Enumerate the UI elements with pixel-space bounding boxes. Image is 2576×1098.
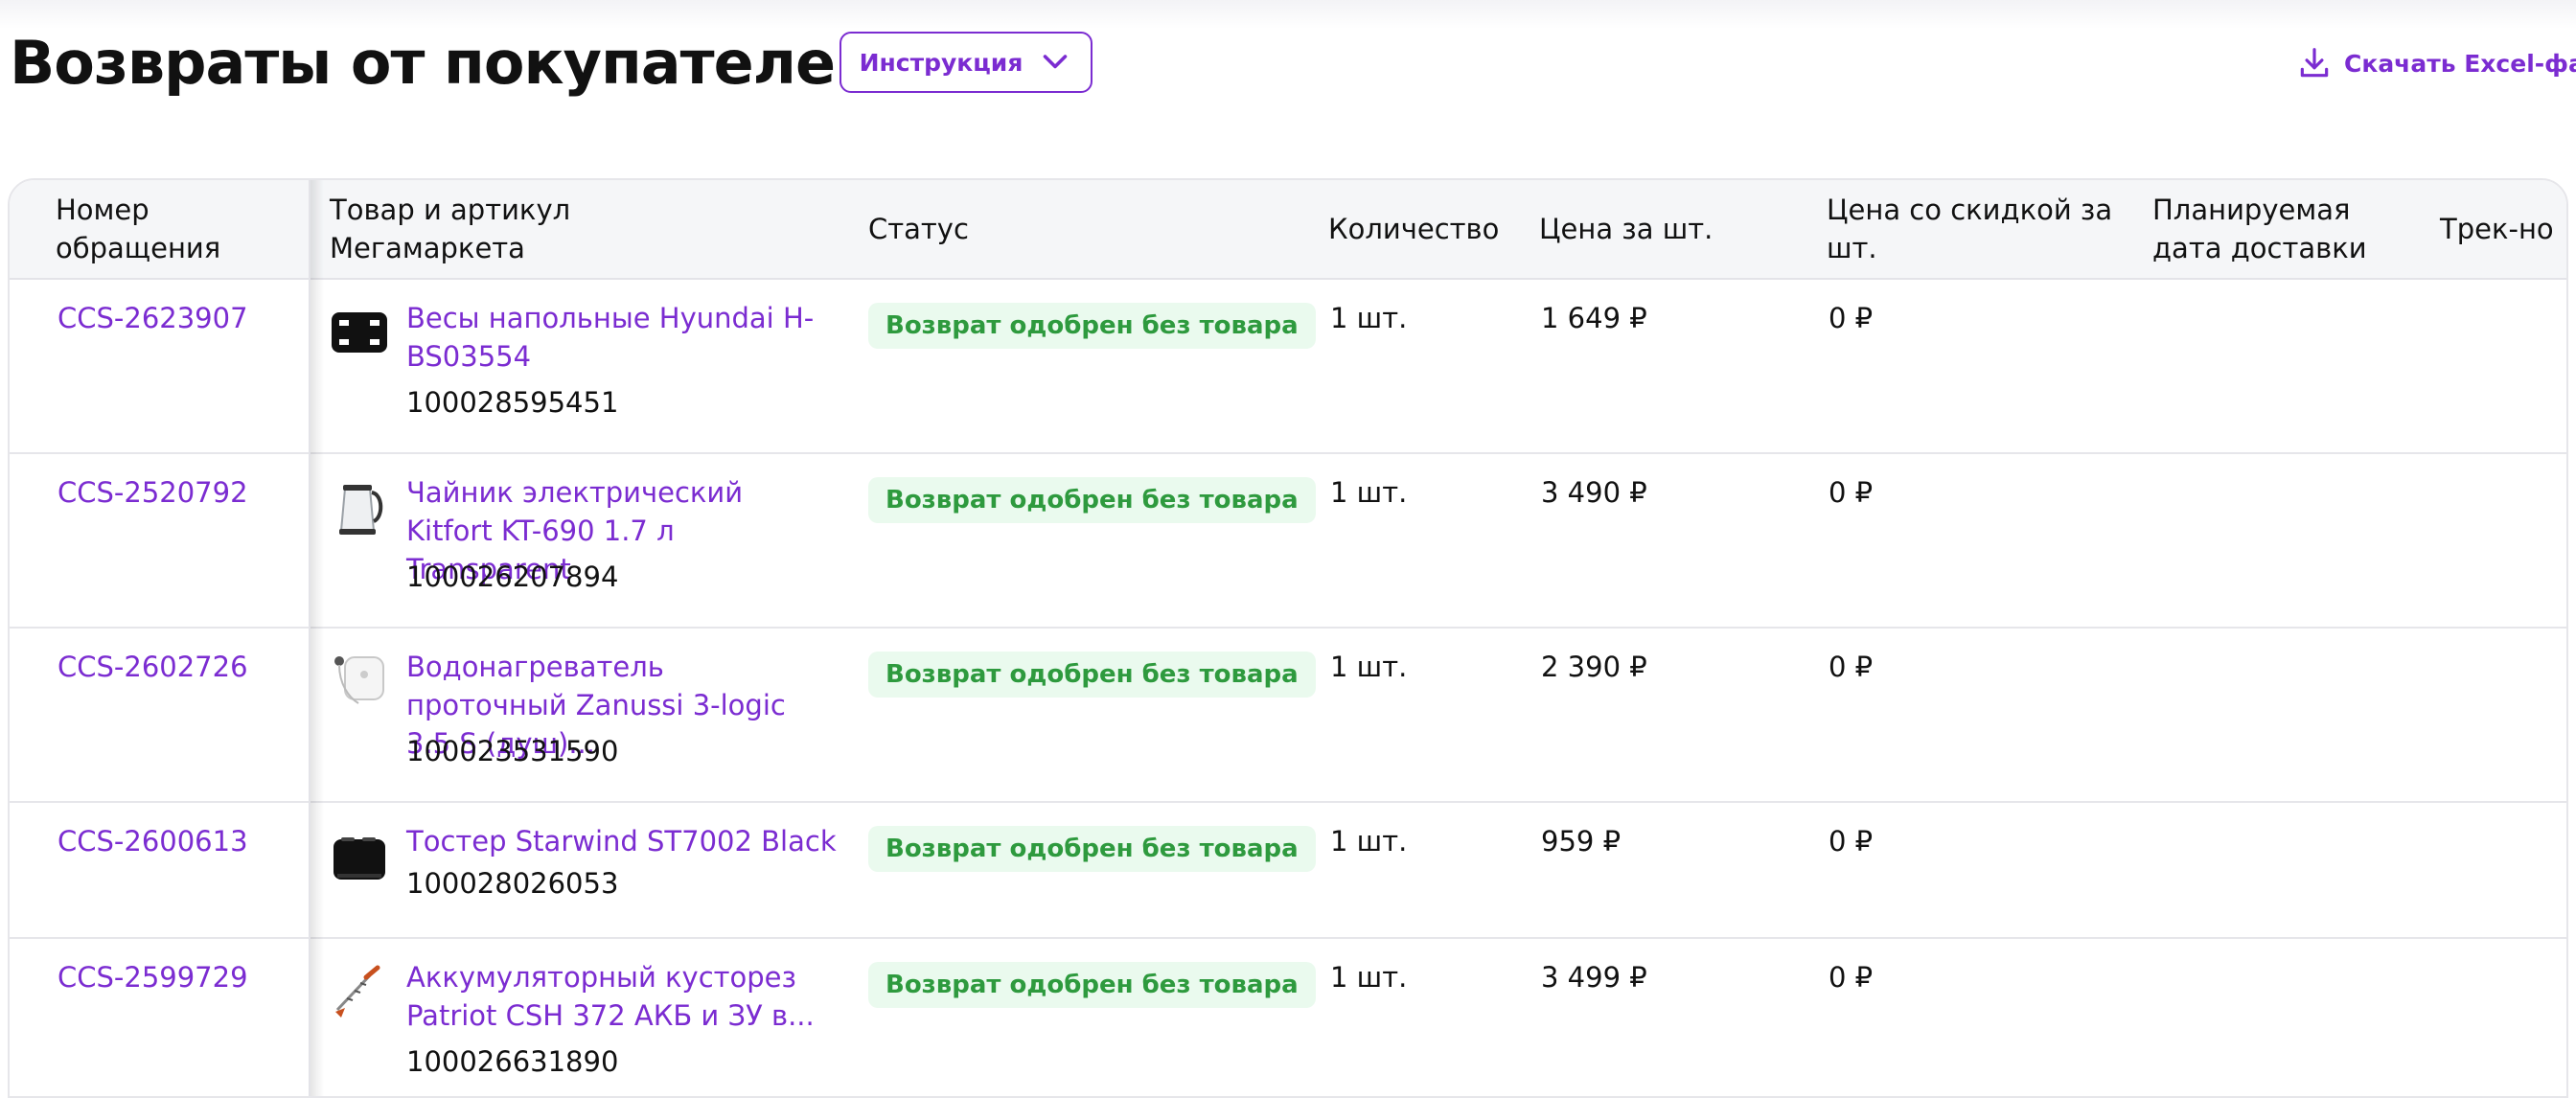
- toaster-icon: [334, 837, 385, 880]
- table-row: CCS-2520792 Чайник электрический Kitfort…: [10, 454, 2566, 629]
- quantity-value: 1 шт.: [1330, 961, 1408, 994]
- column-header-price[interactable]: Цена за шт.: [1539, 180, 1788, 278]
- table-row: CCS-2623907 Весы напольные Hyundai H-BS0…: [10, 280, 2566, 454]
- price-value: 1 649 ₽: [1541, 302, 1647, 334]
- product-name-link[interactable]: Весы напольные Hyundai H-BS03554: [406, 299, 828, 376]
- column-header-product[interactable]: Товар и артикул Мегамаркета: [330, 180, 617, 278]
- product-sku: 100023531590: [406, 735, 619, 767]
- table-header: Номер обращения Товар и артикул Мегамарк…: [10, 180, 2566, 280]
- download-excel-link[interactable]: Скачать Excel-файл: [2296, 42, 2576, 84]
- status-badge: Возврат одобрен без товара: [868, 303, 1316, 349]
- status-badge: Возврат одобрен без товара: [868, 826, 1316, 872]
- sticky-column-shadow: [310, 180, 324, 1096]
- table-row: CCS-2599729 Аккумуляторный кусторез Patr…: [10, 939, 2566, 1096]
- price-value: 959 ₽: [1541, 825, 1622, 858]
- instruction-dropdown-button[interactable]: Инструкция: [840, 32, 1092, 93]
- price-value: 3 490 ₽: [1541, 476, 1647, 509]
- column-header-discount-price[interactable]: Цена со скидкой за шт.: [1827, 180, 2114, 278]
- column-header-quantity[interactable]: Количество: [1328, 180, 1539, 278]
- discount-price-value: 0 ₽: [1828, 651, 1874, 683]
- quantity-value: 1 шт.: [1330, 825, 1408, 858]
- status-badge: Возврат одобрен без товара: [868, 477, 1316, 523]
- request-number-link[interactable]: CCS-2600613: [58, 822, 248, 860]
- discount-price-value: 0 ₽: [1828, 961, 1874, 994]
- instruction-label: Инструкция: [859, 48, 1024, 77]
- product-sku: 100026207894: [406, 560, 619, 593]
- product-sku: 100028595451: [406, 386, 619, 419]
- quantity-value: 1 шт.: [1330, 651, 1408, 683]
- returns-table: Номер обращения Товар и артикул Мегамарк…: [8, 178, 2568, 1098]
- hedge-trimmer-icon: [335, 965, 380, 1018]
- column-header-track-number[interactable]: Трек-но: [2440, 180, 2566, 278]
- column-header-delivery-date[interactable]: Планируемая дата доставки: [2152, 180, 2402, 278]
- column-header-request[interactable]: Номер обращения: [56, 180, 295, 278]
- quantity-value: 1 шт.: [1330, 302, 1408, 334]
- page-title: Возвраты от покупателей: [10, 28, 877, 98]
- product-sku: 100028026053: [406, 867, 619, 900]
- product-name-link[interactable]: Аккумуляторный кусторез Patriot CSH 372 …: [406, 958, 828, 1035]
- scale-icon: [332, 312, 387, 353]
- request-number-link[interactable]: CCS-2602726: [58, 648, 248, 686]
- top-bar-fade: [0, 0, 2576, 29]
- discount-price-value: 0 ₽: [1828, 476, 1874, 509]
- product-sku: 100026631890: [406, 1045, 619, 1078]
- request-number-link[interactable]: CCS-2599729: [58, 958, 248, 996]
- water-heater-icon: [334, 656, 384, 704]
- download-label: Скачать Excel-файл: [2344, 49, 2576, 78]
- download-icon: [2300, 48, 2329, 78]
- request-number-link[interactable]: CCS-2623907: [58, 299, 248, 337]
- discount-price-value: 0 ₽: [1828, 302, 1874, 334]
- product-name-link[interactable]: Тостер Starwind ST7002 Black: [406, 822, 866, 860]
- kettle-icon: [339, 485, 383, 535]
- table-row: CCS-2600613 Тостер Starwind ST7002 Black…: [10, 803, 2566, 939]
- column-header-status[interactable]: Статус: [868, 180, 1079, 278]
- table-row: CCS-2602726 Водонагреватель проточный Za…: [10, 629, 2566, 803]
- status-badge: Возврат одобрен без товара: [868, 962, 1316, 1008]
- request-number-link[interactable]: CCS-2520792: [58, 473, 248, 512]
- discount-price-value: 0 ₽: [1828, 825, 1874, 858]
- quantity-value: 1 шт.: [1330, 476, 1408, 509]
- chevron-down-icon: [1044, 55, 1068, 69]
- status-badge: Возврат одобрен без товара: [868, 652, 1316, 698]
- price-value: 2 390 ₽: [1541, 651, 1647, 683]
- price-value: 3 499 ₽: [1541, 961, 1647, 994]
